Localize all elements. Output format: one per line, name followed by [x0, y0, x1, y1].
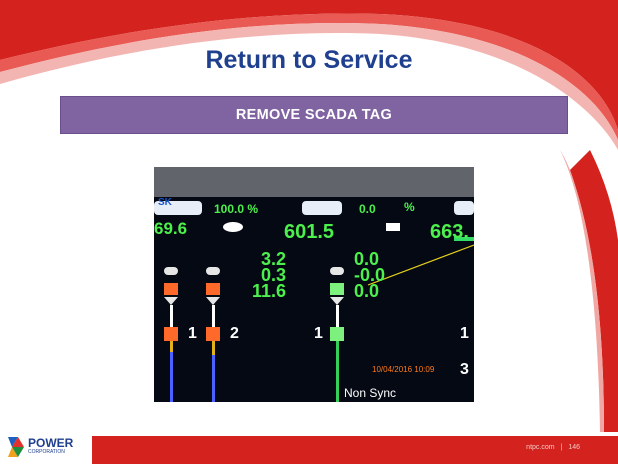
logo-text-main: POWER	[28, 436, 74, 450]
bay-label-2: 2	[230, 325, 239, 342]
screen-left-value: 69.6	[154, 219, 188, 238]
footer-separator: |	[560, 444, 563, 451]
screen-percent-left: 100.0 %	[214, 202, 259, 216]
company-logo: POWER CORPORATION	[6, 433, 90, 462]
footer-site: ntpc.com	[526, 444, 555, 451]
reading-2c: 0.0	[354, 281, 380, 301]
screen-timestamp: 10/04/2016 10:09	[372, 365, 435, 374]
slide: Return to Service REMOVE SCADA TAG SK 10…	[0, 0, 618, 464]
footer-text: ntpc.com | 146	[526, 444, 580, 451]
screen-tag-left: SK	[158, 197, 172, 208]
section-banner: REMOVE SCADA TAG	[60, 96, 568, 134]
bay-label-5: 3	[460, 361, 469, 378]
bay-label-3: 1	[314, 325, 323, 342]
bay-label-4: 1	[460, 325, 469, 342]
readings-column-1: 3.2 0.3 11.6	[250, 250, 286, 301]
reading-1c: 11.6	[251, 281, 286, 301]
screen-mid-value: 601.5	[284, 221, 335, 243]
bay-label-1: 1	[188, 325, 197, 342]
screen-percent-sign: %	[404, 200, 415, 214]
readings-column-2: 0.0 -0.0 0.0	[354, 250, 385, 301]
screen-right-value: 663.	[430, 221, 469, 243]
screen-percent-mid: 0.0	[359, 202, 376, 216]
sync-status: Non Sync	[344, 386, 397, 400]
logo-text-sub: CORPORATION	[28, 449, 65, 455]
scada-screen-photo: SK 100.0 % 0.0 % 69.6 601.5 663. 3.2 0.3…	[154, 167, 474, 402]
slide-title: Return to Service	[205, 46, 413, 74]
page-number: 146	[568, 444, 580, 451]
